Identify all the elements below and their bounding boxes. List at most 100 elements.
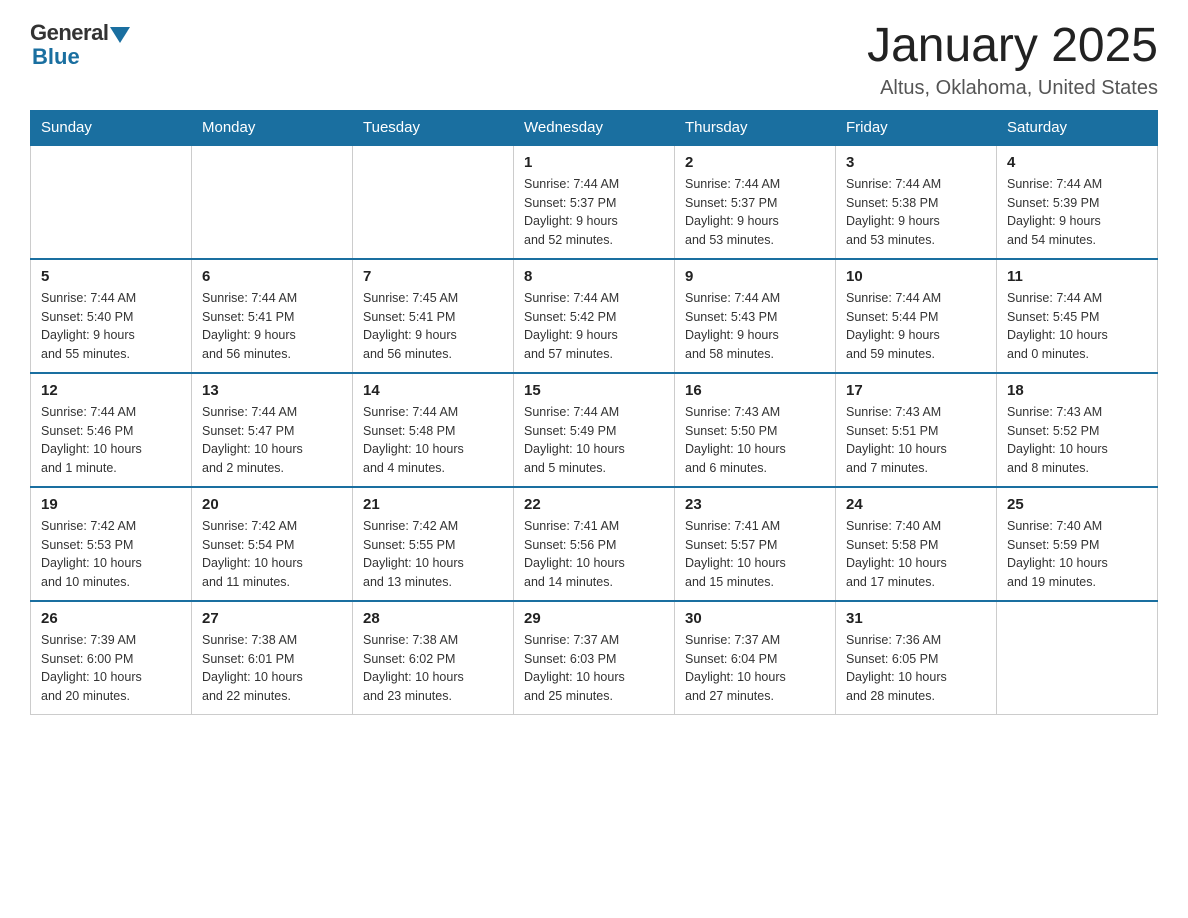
calendar-cell bbox=[192, 145, 353, 259]
logo-blue-text: Blue bbox=[32, 44, 80, 70]
calendar-cell: 14 Sunrise: 7:44 AMSunset: 5:48 PMDayligh… bbox=[353, 373, 514, 487]
day-number: 6 bbox=[202, 268, 342, 285]
logo: General Blue bbox=[30, 20, 130, 70]
day-info: Sunrise: 7:44 AMSunset: 5:46 PMDaylight:… bbox=[41, 403, 181, 478]
page-header: General Blue January 2025 Altus, Oklahom… bbox=[30, 20, 1158, 100]
calendar-cell bbox=[997, 601, 1158, 715]
day-info: Sunrise: 7:40 AMSunset: 5:58 PMDaylight:… bbox=[846, 517, 986, 592]
day-number: 15 bbox=[524, 382, 664, 399]
day-number: 22 bbox=[524, 496, 664, 513]
weekday-header-row: SundayMondayTuesdayWednesdayThursdayFrid… bbox=[31, 110, 1158, 145]
page-subtitle: Altus, Oklahoma, United States bbox=[867, 77, 1158, 100]
day-number: 11 bbox=[1007, 268, 1147, 285]
day-number: 18 bbox=[1007, 382, 1147, 399]
calendar-cell: 3 Sunrise: 7:44 AMSunset: 5:38 PMDaylight… bbox=[836, 145, 997, 259]
calendar-cell bbox=[31, 145, 192, 259]
calendar-cell: 18 Sunrise: 7:43 AMSunset: 5:52 PMDayligh… bbox=[997, 373, 1158, 487]
calendar-cell: 16Sunrise: 7:43 AMSunset: 5:50 PMDayligh… bbox=[675, 373, 836, 487]
day-info: Sunrise: 7:44 AMSunset: 5:47 PMDaylight:… bbox=[202, 403, 342, 478]
calendar-week-4: 19Sunrise: 7:42 AMSunset: 5:53 PMDayligh… bbox=[31, 487, 1158, 601]
day-number: 9 bbox=[685, 268, 825, 285]
logo-arrow-icon bbox=[110, 27, 130, 43]
day-info: Sunrise: 7:44 AMSunset: 5:42 PMDaylight:… bbox=[524, 289, 664, 364]
day-info: Sunrise: 7:44 AMSunset: 5:40 PMDaylight:… bbox=[41, 289, 181, 364]
day-number: 28 bbox=[363, 610, 503, 627]
day-info: Sunrise: 7:42 AMSunset: 5:55 PMDaylight:… bbox=[363, 517, 503, 592]
calendar-cell: 28 Sunrise: 7:38 AMSunset: 6:02 PMDayligh… bbox=[353, 601, 514, 715]
calendar-cell: 20 Sunrise: 7:42 AMSunset: 5:54 PMDayligh… bbox=[192, 487, 353, 601]
day-info: Sunrise: 7:44 AMSunset: 5:37 PMDaylight:… bbox=[685, 175, 825, 250]
day-number: 14 bbox=[363, 382, 503, 399]
day-number: 21 bbox=[363, 496, 503, 513]
day-info: Sunrise: 7:43 AMSunset: 5:51 PMDaylight:… bbox=[846, 403, 986, 478]
day-info: Sunrise: 7:37 AMSunset: 6:03 PMDaylight:… bbox=[524, 631, 664, 706]
page-title: January 2025 bbox=[867, 20, 1158, 73]
day-info: Sunrise: 7:36 AMSunset: 6:05 PMDaylight:… bbox=[846, 631, 986, 706]
weekday-header-wednesday: Wednesday bbox=[514, 110, 675, 145]
day-info: Sunrise: 7:44 AMSunset: 5:37 PMDaylight:… bbox=[524, 175, 664, 250]
day-info: Sunrise: 7:44 AMSunset: 5:45 PMDaylight:… bbox=[1007, 289, 1147, 364]
weekday-header-tuesday: Tuesday bbox=[353, 110, 514, 145]
calendar-week-1: 1 Sunrise: 7:44 AMSunset: 5:37 PMDaylight… bbox=[31, 145, 1158, 259]
calendar-cell: 6Sunrise: 7:44 AMSunset: 5:41 PMDaylight… bbox=[192, 259, 353, 373]
day-number: 23 bbox=[685, 496, 825, 513]
calendar-cell: 27Sunrise: 7:38 AMSunset: 6:01 PMDayligh… bbox=[192, 601, 353, 715]
day-number: 10 bbox=[846, 268, 986, 285]
calendar-cell: 30Sunrise: 7:37 AMSunset: 6:04 PMDayligh… bbox=[675, 601, 836, 715]
calendar-cell: 22 Sunrise: 7:41 AMSunset: 5:56 PMDayligh… bbox=[514, 487, 675, 601]
day-info: Sunrise: 7:40 AMSunset: 5:59 PMDaylight:… bbox=[1007, 517, 1147, 592]
calendar-cell: 15Sunrise: 7:44 AMSunset: 5:49 PMDayligh… bbox=[514, 373, 675, 487]
calendar-week-3: 12 Sunrise: 7:44 AMSunset: 5:46 PMDayligh… bbox=[31, 373, 1158, 487]
calendar-cell: 1 Sunrise: 7:44 AMSunset: 5:37 PMDaylight… bbox=[514, 145, 675, 259]
day-number: 2 bbox=[685, 154, 825, 171]
day-number: 4 bbox=[1007, 154, 1147, 171]
day-number: 20 bbox=[202, 496, 342, 513]
calendar-cell: 7Sunrise: 7:45 AMSunset: 5:41 PMDaylight… bbox=[353, 259, 514, 373]
calendar-cell: 24 Sunrise: 7:40 AMSunset: 5:58 PMDayligh… bbox=[836, 487, 997, 601]
day-info: Sunrise: 7:42 AMSunset: 5:54 PMDaylight:… bbox=[202, 517, 342, 592]
weekday-header-monday: Monday bbox=[192, 110, 353, 145]
day-number: 29 bbox=[524, 610, 664, 627]
day-number: 8 bbox=[524, 268, 664, 285]
weekday-header-thursday: Thursday bbox=[675, 110, 836, 145]
day-info: Sunrise: 7:44 AMSunset: 5:38 PMDaylight:… bbox=[846, 175, 986, 250]
calendar-cell: 21 Sunrise: 7:42 AMSunset: 5:55 PMDayligh… bbox=[353, 487, 514, 601]
day-info: Sunrise: 7:45 AMSunset: 5:41 PMDaylight:… bbox=[363, 289, 503, 364]
day-info: Sunrise: 7:41 AMSunset: 5:56 PMDaylight:… bbox=[524, 517, 664, 592]
calendar-cell: 10 Sunrise: 7:44 AMSunset: 5:44 PMDayligh… bbox=[836, 259, 997, 373]
day-info: Sunrise: 7:38 AMSunset: 6:02 PMDaylight:… bbox=[363, 631, 503, 706]
calendar-cell: 29 Sunrise: 7:37 AMSunset: 6:03 PMDayligh… bbox=[514, 601, 675, 715]
day-info: Sunrise: 7:39 AMSunset: 6:00 PMDaylight:… bbox=[41, 631, 181, 706]
weekday-header-friday: Friday bbox=[836, 110, 997, 145]
calendar-week-2: 5 Sunrise: 7:44 AMSunset: 5:40 PMDaylight… bbox=[31, 259, 1158, 373]
day-number: 30 bbox=[685, 610, 825, 627]
day-number: 25 bbox=[1007, 496, 1147, 513]
day-number: 12 bbox=[41, 382, 181, 399]
calendar-body: 1 Sunrise: 7:44 AMSunset: 5:37 PMDaylight… bbox=[31, 145, 1158, 715]
calendar-cell: 8 Sunrise: 7:44 AMSunset: 5:42 PMDaylight… bbox=[514, 259, 675, 373]
day-number: 1 bbox=[524, 154, 664, 171]
day-info: Sunrise: 7:41 AMSunset: 5:57 PMDaylight:… bbox=[685, 517, 825, 592]
day-number: 27 bbox=[202, 610, 342, 627]
calendar-cell: 25 Sunrise: 7:40 AMSunset: 5:59 PMDayligh… bbox=[997, 487, 1158, 601]
day-info: Sunrise: 7:44 AMSunset: 5:48 PMDaylight:… bbox=[363, 403, 503, 478]
calendar-cell: 9 Sunrise: 7:44 AMSunset: 5:43 PMDaylight… bbox=[675, 259, 836, 373]
day-info: Sunrise: 7:44 AMSunset: 5:44 PMDaylight:… bbox=[846, 289, 986, 364]
day-number: 5 bbox=[41, 268, 181, 285]
title-area: January 2025 Altus, Oklahoma, United Sta… bbox=[867, 20, 1158, 100]
day-info: Sunrise: 7:43 AMSunset: 5:52 PMDaylight:… bbox=[1007, 403, 1147, 478]
day-number: 13 bbox=[202, 382, 342, 399]
calendar-cell: 4Sunrise: 7:44 AMSunset: 5:39 PMDaylight… bbox=[997, 145, 1158, 259]
calendar-cell: 2 Sunrise: 7:44 AMSunset: 5:37 PMDaylight… bbox=[675, 145, 836, 259]
calendar-cell: 19Sunrise: 7:42 AMSunset: 5:53 PMDayligh… bbox=[31, 487, 192, 601]
day-number: 24 bbox=[846, 496, 986, 513]
calendar-cell: 11 Sunrise: 7:44 AMSunset: 5:45 PMDayligh… bbox=[997, 259, 1158, 373]
weekday-header-saturday: Saturday bbox=[997, 110, 1158, 145]
calendar-cell: 26Sunrise: 7:39 AMSunset: 6:00 PMDayligh… bbox=[31, 601, 192, 715]
day-info: Sunrise: 7:42 AMSunset: 5:53 PMDaylight:… bbox=[41, 517, 181, 592]
calendar-table: SundayMondayTuesdayWednesdayThursdayFrid… bbox=[30, 110, 1158, 715]
logo-general-text: General bbox=[30, 20, 108, 46]
day-number: 3 bbox=[846, 154, 986, 171]
day-info: Sunrise: 7:44 AMSunset: 5:43 PMDaylight:… bbox=[685, 289, 825, 364]
calendar-week-5: 26Sunrise: 7:39 AMSunset: 6:00 PMDayligh… bbox=[31, 601, 1158, 715]
